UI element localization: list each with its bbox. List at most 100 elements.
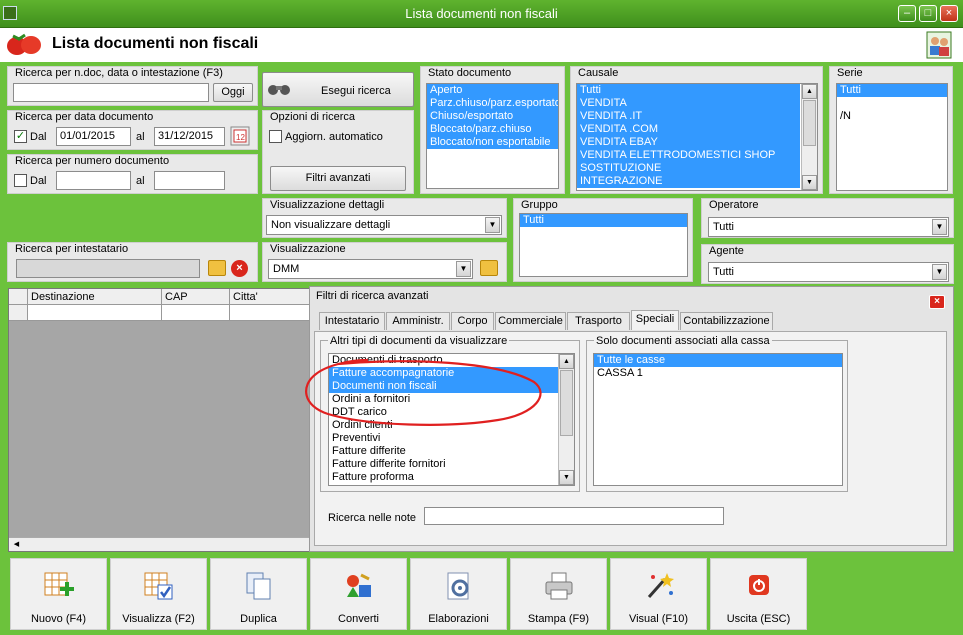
chevron-down-icon[interactable]: ▼ <box>932 219 947 235</box>
number-checkbox[interactable] <box>14 174 27 187</box>
table-row[interactable] <box>9 305 309 321</box>
scroll-thumb[interactable] <box>560 370 573 436</box>
auto-update-label: Aggiorn. automatico <box>285 131 383 143</box>
cassa-label: Solo documenti associati alla cassa <box>594 335 772 347</box>
nuovo-button[interactable]: Nuovo (F4) <box>10 558 107 630</box>
list-item[interactable]: Tutti <box>520 214 687 227</box>
close-icon[interactable]: × <box>929 295 945 309</box>
stato-list[interactable]: Aperto Parz.chiuso/parz.esportato Chiuso… <box>426 83 559 189</box>
tab-commerciale[interactable]: Commerciale <box>495 312 566 330</box>
tab-speciali[interactable]: Speciali <box>631 310 679 330</box>
vis-dettagli-select[interactable]: Non visualizzare dettagli ▼ <box>266 215 502 235</box>
list-item[interactable]: VENDITA <box>577 97 800 110</box>
list-item[interactable]: CASSA 1 <box>594 367 842 380</box>
search-number-label: Ricerca per numero documento <box>15 155 170 167</box>
duplicate-icon <box>246 572 271 600</box>
list-item[interactable]: /N <box>837 110 947 123</box>
chevron-down-icon[interactable]: ▼ <box>932 264 947 280</box>
date-checkbox[interactable]: ✓ <box>14 130 27 143</box>
search-ndoc-input[interactable] <box>13 83 209 102</box>
execute-search-button[interactable]: Esegui ricerca <box>262 72 414 107</box>
gruppo-list[interactable]: Tutti <box>519 213 688 277</box>
list-item[interactable]: Fatture differite <box>329 445 558 458</box>
maximize-button[interactable]: □ <box>919 5 937 22</box>
svg-text:12: 12 <box>236 133 245 142</box>
list-item[interactable] <box>837 97 947 110</box>
holder-input[interactable] <box>16 259 200 278</box>
visualizzazione-select[interactable]: DMM ▼ <box>268 259 473 279</box>
grid-hscrollbar[interactable]: ◀ <box>9 537 309 551</box>
column-header[interactable]: Citta' <box>229 289 261 305</box>
number-to-input[interactable] <box>154 171 225 190</box>
stato-panel: Stato documento Aperto Parz.chiuso/parz.… <box>420 66 565 194</box>
column-header[interactable]: CAP <box>161 289 191 305</box>
list-item[interactable]: VENDITA ELETTRODOMESTICI SHOP <box>577 149 800 162</box>
minimize-button[interactable]: – <box>898 5 916 22</box>
list-item[interactable]: Fatture proforma <box>329 471 558 484</box>
list-item[interactable]: Aperto <box>427 84 558 97</box>
scroll-left-icon[interactable]: ◀ <box>10 538 23 551</box>
serie-list[interactable]: Tutti /N <box>836 83 948 191</box>
list-item[interactable]: VENDITA .IT <box>577 110 800 123</box>
window-title: Lista documenti non fiscali <box>405 6 558 21</box>
tab-intestatario[interactable]: Intestatario <box>319 312 385 330</box>
causale-scrollbar[interactable]: ▲ ▼ <box>801 84 817 190</box>
folder-icon[interactable] <box>208 260 226 276</box>
converti-button[interactable]: Converti <box>310 558 407 630</box>
list-item[interactable]: Tutte le casse <box>594 354 842 367</box>
scroll-down-icon[interactable]: ▼ <box>559 470 574 485</box>
list-item[interactable]: Bloccato/parz.chiuso <box>427 123 558 136</box>
cassa-list[interactable]: Tutte le casse CASSA 1 <box>593 353 843 486</box>
list-item[interactable]: Parz.chiuso/parz.esportato <box>427 97 558 110</box>
visualizza-button[interactable]: Visualizza (F2) <box>110 558 207 630</box>
causale-list[interactable]: Tutti VENDITA VENDITA .IT VENDITA .COM V… <box>576 83 818 191</box>
column-header[interactable]: Destinazione <box>31 291 95 303</box>
stampa-button[interactable]: Stampa (F9) <box>510 558 607 630</box>
tab-contabilizzazione[interactable]: Contabilizzazione <box>680 312 773 330</box>
execute-search-label: Esegui ricerca <box>321 85 391 97</box>
scroll-down-icon[interactable]: ▼ <box>802 175 817 190</box>
tab-trasporto[interactable]: Trasporto <box>567 312 630 330</box>
uscita-button[interactable]: Uscita (ESC) <box>710 558 807 630</box>
tab-amministr[interactable]: Amministr. <box>386 312 450 330</box>
chevron-down-icon[interactable]: ▼ <box>485 217 500 233</box>
date-to-input[interactable]: 31/12/2015 <box>154 127 225 146</box>
chevron-down-icon[interactable]: ▼ <box>456 261 471 277</box>
note-input[interactable] <box>424 507 724 525</box>
list-item[interactable]: VENDITA EBAY <box>577 136 800 149</box>
list-item[interactable]: VENDITA .COM <box>577 123 800 136</box>
agente-label: Agente <box>709 245 744 257</box>
elaborazioni-button[interactable]: Elaborazioni <box>410 558 507 630</box>
list-item[interactable]: Bloccato/non esportabile <box>427 136 558 149</box>
list-item[interactable]: Chiuso/esportato <box>427 110 558 123</box>
close-button[interactable]: × <box>940 5 958 22</box>
clear-icon[interactable]: × <box>231 260 248 277</box>
list-item[interactable]: Tutti <box>837 84 947 97</box>
calendar-icon[interactable]: 12 <box>230 126 250 146</box>
auto-update-checkbox[interactable] <box>269 130 282 143</box>
scroll-up-icon[interactable]: ▲ <box>559 354 574 369</box>
documents-grid[interactable]: Destinazione CAP Citta' ◀ <box>8 288 310 552</box>
list-item[interactable]: Fatture differite fornitori <box>329 458 558 471</box>
altri-tipi-scrollbar[interactable]: ▲ ▼ <box>558 354 574 485</box>
visual-button[interactable]: Visual (F10) <box>610 558 707 630</box>
serie-label: Serie <box>837 67 863 79</box>
advanced-filters-button[interactable]: Filtri avanzati <box>270 166 406 191</box>
scroll-thumb[interactable] <box>803 100 816 146</box>
list-item[interactable]: Tutti <box>577 84 800 97</box>
list-item[interactable]: INTEGRAZIONE <box>577 175 800 188</box>
folder-icon[interactable] <box>480 260 498 276</box>
list-item[interactable]: Preventivi <box>329 432 558 445</box>
tab-corpo[interactable]: Corpo <box>451 312 494 330</box>
agente-select[interactable]: Tutti ▼ <box>708 262 949 282</box>
operatore-select[interactable]: Tutti ▼ <box>708 217 949 237</box>
oggi-button[interactable]: Oggi <box>213 83 253 102</box>
users-icon[interactable] <box>926 31 952 59</box>
duplica-button[interactable]: Duplica <box>210 558 307 630</box>
scroll-up-icon[interactable]: ▲ <box>802 84 817 99</box>
list-item[interactable]: SOSTITUZIONE <box>577 162 800 175</box>
date-from-input[interactable]: 01/01/2015 <box>56 127 131 146</box>
visualizza-label: Visualizza (F2) <box>122 613 195 625</box>
search-date-panel: Ricerca per data documento ✓ Dal 01/01/2… <box>7 110 258 150</box>
number-from-input[interactable] <box>56 171 131 190</box>
